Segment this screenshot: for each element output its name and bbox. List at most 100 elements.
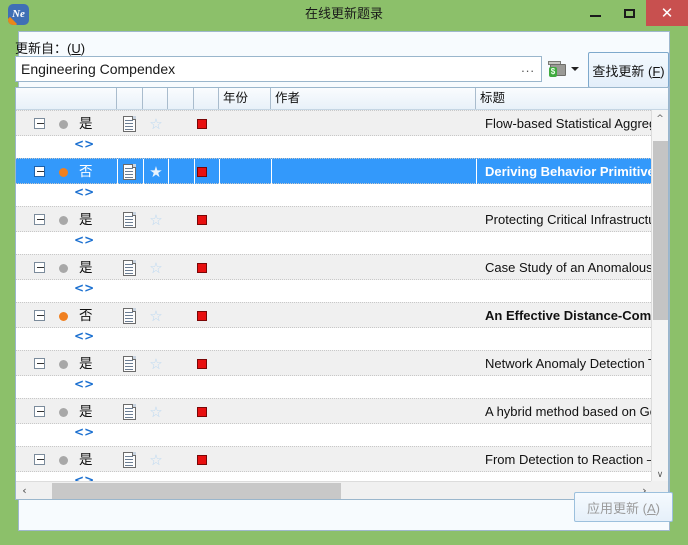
table-subrow[interactable]: <>	[16, 136, 653, 158]
vertical-scrollbar-thumb[interactable]	[653, 140, 668, 321]
row-matched-value: 是	[79, 260, 93, 275]
document-icon[interactable]	[123, 260, 136, 276]
document-icon-fold	[132, 404, 136, 408]
document-icon-line	[125, 222, 133, 223]
table-row[interactable]: 是 ☆ Case Study of an Anomalous	[16, 254, 653, 280]
table-row[interactable]: 是 ☆ A hybrid method based on Ge	[16, 398, 653, 424]
row-status-dot	[59, 168, 68, 177]
grid-column-header-title[interactable]: 标题	[476, 88, 668, 109]
grid-header-row: 年份 作者 标题	[16, 88, 668, 110]
horizontal-scrollbar[interactable]: ‹ ›	[16, 481, 668, 499]
document-icon[interactable]	[123, 164, 136, 180]
row-status-dot	[59, 216, 68, 225]
table-row[interactable]: 是 ☆ Flow-based Statistical Aggreg	[16, 110, 653, 136]
document-icon[interactable]	[123, 308, 136, 324]
row-flag-icon[interactable]	[197, 215, 207, 225]
row-flag-icon[interactable]	[197, 263, 207, 273]
star-outline-icon[interactable]: ☆	[148, 212, 164, 228]
find-updates-button[interactable]: 查找更新 (F)	[588, 52, 669, 88]
row-title: Network Anomaly Detection T	[485, 356, 653, 371]
source-browse-ellipsis[interactable]: ...	[521, 57, 535, 81]
row-year	[224, 303, 276, 328]
row-flag-icon[interactable]	[197, 455, 207, 465]
chevron-up-icon[interactable]: ^	[652, 110, 668, 127]
dialog-window: Ne 在线更新题录 ✕ 更新自：(U) Engineering Compende…	[0, 0, 688, 545]
star-outline-icon[interactable]: ☆	[148, 404, 164, 420]
row-author	[276, 303, 481, 328]
document-icon-line	[125, 315, 133, 316]
table-row[interactable]: 是 ☆ From Detection to Reaction –	[16, 446, 653, 472]
table-row[interactable]: 否 ★ Deriving Behavior Primitive	[16, 158, 653, 184]
row-expander-icon[interactable]	[34, 262, 45, 273]
apply-updates-button[interactable]: 应用更新 (A)	[574, 492, 673, 522]
document-icon-line	[125, 465, 133, 466]
star-outline-icon[interactable]: ☆	[148, 116, 164, 132]
grid-column-header-doc[interactable]	[117, 88, 143, 109]
row-expander-icon[interactable]	[34, 166, 45, 177]
table-subrow[interactable]: <>	[16, 376, 653, 398]
grid-column-header-label: 作者	[275, 91, 301, 105]
document-icon[interactable]	[123, 404, 136, 420]
table-subrow[interactable]: <>	[16, 184, 653, 206]
table-subrow[interactable]: <>	[16, 424, 653, 446]
source-input-value: Engineering Compendex	[21, 61, 176, 77]
row-matched-value: 否	[79, 308, 93, 323]
table-row[interactable]: 是 ☆ Protecting Critical Infrastructu	[16, 206, 653, 232]
table-row[interactable]: 是 ☆ Network Anomaly Detection T	[16, 350, 653, 376]
chevron-down-icon[interactable]	[571, 67, 579, 71]
document-icon-line	[125, 321, 133, 322]
grid-column-header-star[interactable]	[143, 88, 168, 109]
vertical-scrollbar[interactable]: ^ ∨	[651, 110, 668, 483]
find-updates-label: 查找更新 (F)	[592, 63, 665, 79]
table-subrow[interactable]: <>	[16, 328, 653, 350]
star-outline-icon[interactable]: ☆	[148, 260, 164, 276]
grid-column-header-flag[interactable]	[194, 88, 219, 109]
row-flag-icon[interactable]	[197, 407, 207, 417]
grid-column-header-author[interactable]: 作者	[271, 88, 476, 109]
row-matched-value: 是	[79, 212, 93, 227]
document-icon-fold	[132, 308, 136, 312]
chevron-left-icon[interactable]: ‹	[16, 482, 33, 499]
row-expander-icon[interactable]	[34, 310, 45, 321]
table-subrow[interactable]: <>	[16, 232, 653, 254]
row-year	[224, 207, 276, 232]
database-selector[interactable]: $	[547, 58, 585, 80]
star-outline-icon[interactable]: ☆	[148, 452, 164, 468]
subrow-chevron-marker: <>	[74, 329, 95, 343]
grid-column-header-expand[interactable]	[16, 88, 117, 109]
update-source-form: 更新自：(U) Engineering Compendex ... $ 查找更新…	[15, 32, 669, 88]
horizontal-scrollbar-thumb[interactable]	[52, 483, 341, 499]
row-title: Protecting Critical Infrastructu	[485, 212, 653, 227]
close-button[interactable]: ✕	[646, 0, 688, 26]
row-expander-icon[interactable]	[34, 406, 45, 417]
row-expander-icon[interactable]	[34, 454, 45, 465]
source-input[interactable]: Engineering Compendex ...	[15, 56, 542, 82]
dialog-content: 更新自：(U) Engineering Compendex ... $ 查找更新…	[15, 31, 673, 531]
grid-column-header-year[interactable]: 年份	[219, 88, 271, 109]
document-icon[interactable]	[123, 452, 136, 468]
document-icon[interactable]	[123, 212, 136, 228]
row-flag-icon[interactable]	[197, 359, 207, 369]
minimize-button[interactable]	[578, 0, 612, 26]
row-flag-icon[interactable]	[197, 311, 207, 321]
row-column-divider	[143, 159, 144, 184]
document-icon-line	[125, 267, 133, 268]
star-outline-icon[interactable]: ☆	[148, 356, 164, 372]
row-year	[224, 255, 276, 280]
document-icon-fold	[132, 260, 136, 264]
star-filled-icon[interactable]: ★	[148, 164, 164, 180]
table-subrow[interactable]: <>	[16, 280, 653, 302]
document-icon-line	[125, 168, 133, 169]
row-expander-icon[interactable]	[34, 358, 45, 369]
table-row[interactable]: 否 ☆ An Effective Distance-Comp	[16, 302, 653, 328]
document-icon[interactable]	[123, 356, 136, 372]
document-icon[interactable]	[123, 116, 136, 132]
row-flag-icon[interactable]	[197, 119, 207, 129]
row-title: Flow-based Statistical Aggreg	[485, 116, 653, 131]
grid-column-header-col4[interactable]	[168, 88, 194, 109]
row-expander-icon[interactable]	[34, 214, 45, 225]
row-expander-icon[interactable]	[34, 118, 45, 129]
star-outline-icon[interactable]: ☆	[148, 308, 164, 324]
maximize-button[interactable]	[612, 0, 646, 26]
row-flag-icon[interactable]	[197, 167, 207, 177]
